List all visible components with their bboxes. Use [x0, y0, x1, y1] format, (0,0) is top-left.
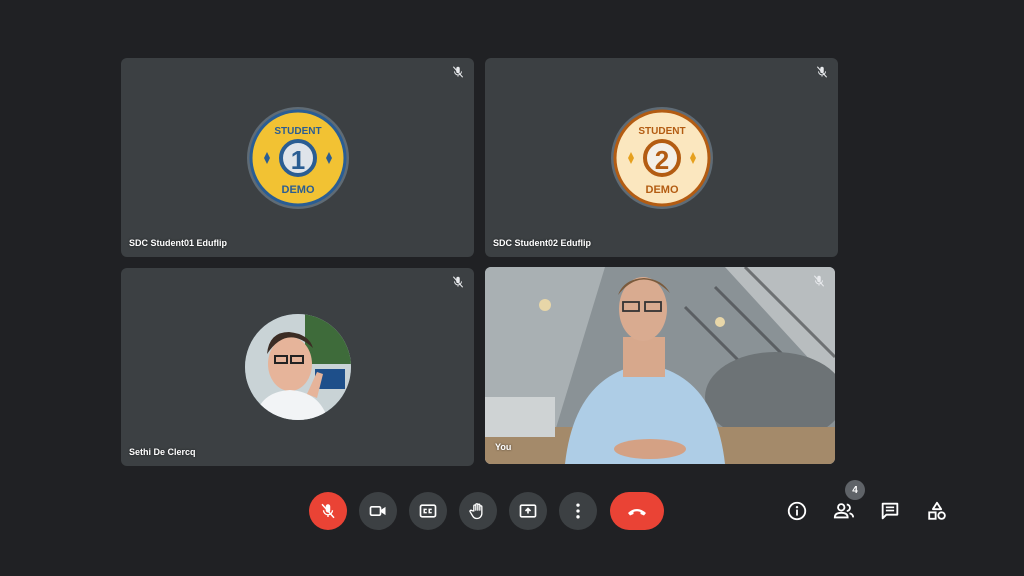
leave-call-button[interactable]: [610, 492, 664, 530]
present-screen-icon: [519, 504, 537, 518]
badge-number: 1: [290, 145, 304, 175]
more-options-button[interactable]: [559, 492, 597, 530]
mic-off-icon: [321, 503, 335, 519]
participant-tile-student02[interactable]: STUDENT 2 DEMO SDC Student02 Eduflip: [485, 58, 838, 257]
mic-off-icon: [452, 66, 464, 78]
self-video-tile[interactable]: You: [485, 267, 835, 464]
badge-top-text: STUDENT: [638, 126, 685, 137]
more-options-icon: [576, 503, 580, 519]
activities-button[interactable]: [922, 496, 952, 526]
mic-off-icon: [816, 66, 828, 78]
badge-top-text: STUDENT: [274, 126, 321, 137]
badge-bottom-text: DEMO: [281, 184, 314, 196]
meeting-details-button[interactable]: [782, 496, 812, 526]
camera-icon: [369, 506, 386, 516]
captions-button[interactable]: [409, 492, 447, 530]
participant-tile-sethi[interactable]: Sethi De Clercq: [121, 268, 474, 466]
chat-icon: [881, 502, 899, 520]
mic-off-icon: [813, 275, 825, 287]
people-count-badge: 4: [845, 480, 865, 500]
mic-toggle-button[interactable]: [309, 492, 347, 530]
camera-toggle-button[interactable]: [359, 492, 397, 530]
activities-icon: [928, 501, 946, 520]
student-demo-badge: STUDENT 2 DEMO: [610, 107, 713, 209]
people-icon: [833, 503, 855, 519]
participant-name: SDC Student01 Eduflip: [129, 238, 228, 248]
hand-icon: [469, 503, 483, 520]
participant-name: Sethi De Clercq: [129, 447, 196, 457]
participant-tile-student01[interactable]: STUDENT 1 DEMO SDC Student01 Eduflip: [121, 58, 474, 257]
badge-number: 2: [654, 145, 668, 175]
participant-name: SDC Student02 Eduflip: [493, 238, 592, 248]
student-demo-badge: STUDENT 1 DEMO: [246, 107, 349, 209]
self-video-feed: [485, 267, 835, 464]
info-icon: [787, 501, 807, 521]
people-button[interactable]: [829, 496, 859, 526]
closed-captions-icon: [419, 504, 437, 518]
participant-name: You: [495, 442, 512, 452]
avatar: [245, 314, 351, 420]
chat-button[interactable]: [875, 496, 905, 526]
mic-off-icon: [452, 276, 464, 288]
hang-up-icon: [628, 509, 646, 516]
badge-bottom-text: DEMO: [645, 184, 678, 196]
call-controls: [0, 492, 1024, 532]
raise-hand-button[interactable]: [459, 492, 497, 530]
present-screen-button[interactable]: [509, 492, 547, 530]
